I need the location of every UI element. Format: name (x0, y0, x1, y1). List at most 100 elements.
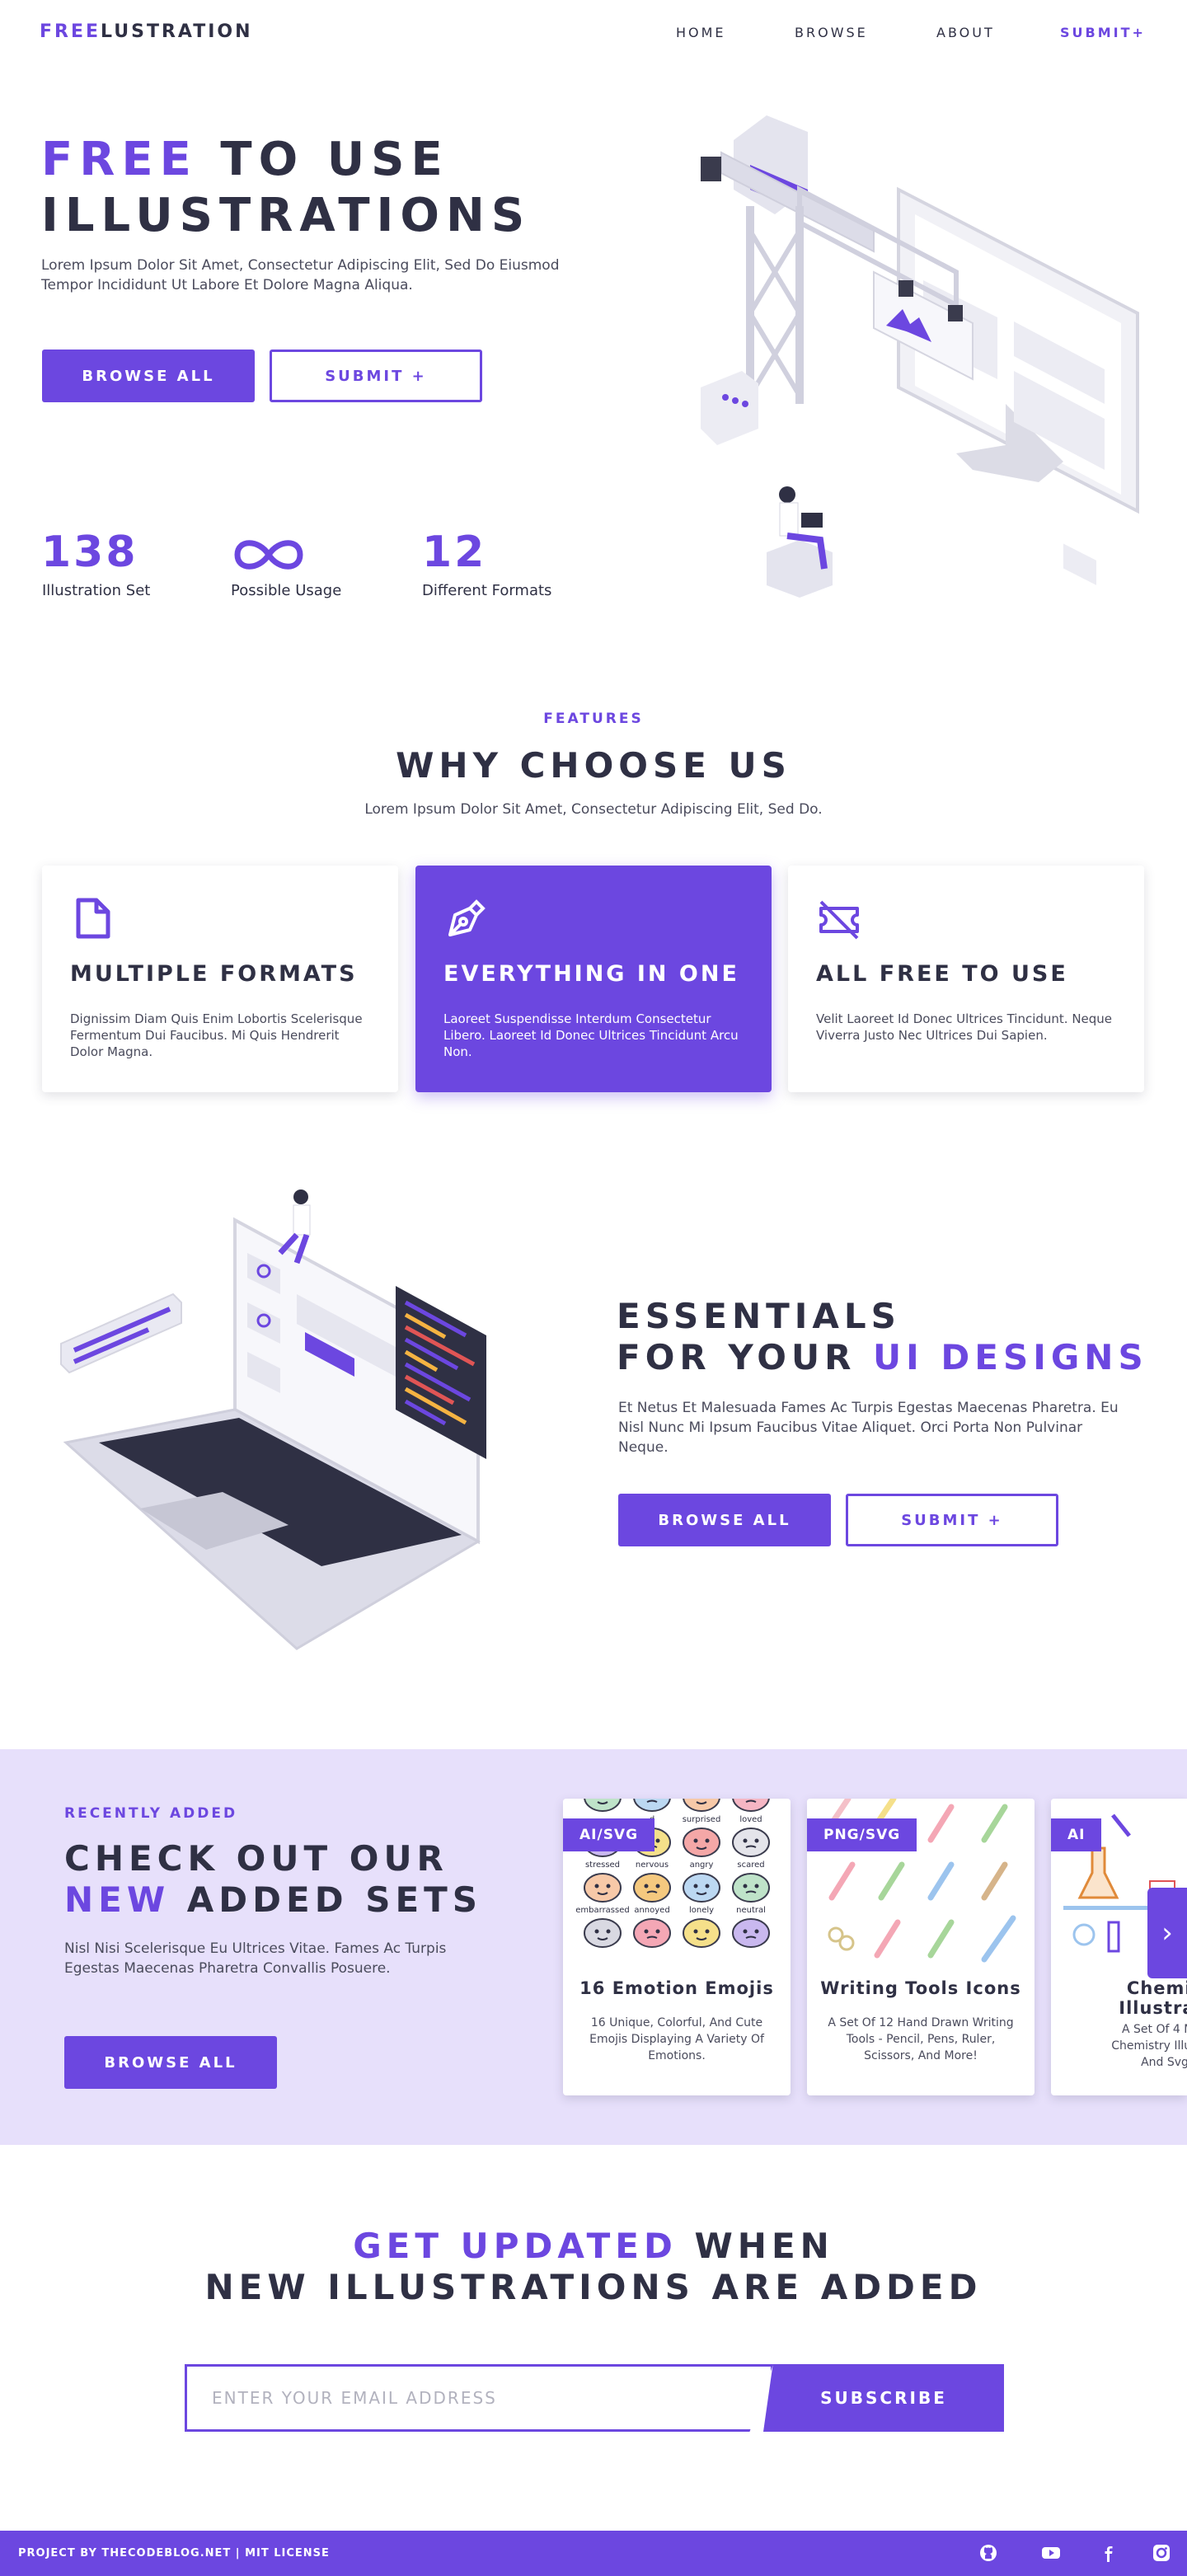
nav-browse[interactable]: BROWSE (795, 25, 868, 40)
emoji-face (683, 1873, 720, 1903)
emoji-eye (754, 1884, 759, 1889)
nav-about[interactable]: ABOUT (936, 25, 995, 40)
essentials-text: Et Netus Et Malesuada Fames Ac Turpis Eg… (618, 1400, 1119, 1456)
stat-usage-label: Possible Usage (231, 582, 342, 599)
card-text: Laoreet Suspendisse Interdum Consectetur… (443, 1011, 739, 1059)
features-title: WHY CHOOSE US (396, 745, 791, 786)
emoji-eye (743, 1838, 748, 1843)
emoji-eye (655, 1838, 660, 1843)
emoji-eye (693, 1884, 698, 1889)
emoji-label: neutral (736, 1906, 766, 1915)
file-icon (76, 898, 110, 939)
nav-submit[interactable]: SUBMIT+ (1060, 25, 1146, 40)
top-nav: FREELUSTRATION HOME BROWSE ABOUT SUBMIT+ (0, 0, 1187, 66)
youtube-icon[interactable] (1040, 2542, 1062, 2564)
hero-browse-button[interactable]: BROWSE ALL (42, 350, 255, 402)
emoji-eye (743, 1884, 748, 1889)
card-text: Dignissim Diam Quis Enim Lobortis Sceler… (70, 1011, 363, 1059)
emoji-face (683, 1799, 720, 1812)
emoji-face (584, 1799, 622, 1812)
emoji-eye (693, 1838, 698, 1843)
emoji-eye (705, 1929, 710, 1934)
emoji-face (584, 1873, 622, 1903)
emoji-eye (594, 1929, 599, 1934)
set-title: ChemisIllustrati (1119, 1978, 1187, 2018)
emoji-eye (644, 1884, 649, 1889)
set-title: Writing Tools Icons (820, 1978, 1021, 1998)
emoji-label: scared (737, 1860, 764, 1870)
emoji-eye (606, 1929, 611, 1934)
logo[interactable]: FREELUSTRATION (40, 21, 253, 42)
card-title: EVERYTHING IN ONE (443, 961, 739, 987)
facebook-icon[interactable] (1098, 2542, 1119, 2564)
emoji-face (584, 1918, 622, 1948)
emoji-face (732, 1873, 770, 1903)
card-title: ALL FREE TO USE (816, 961, 1068, 987)
set-title: 16 Emotion Emojis (579, 1978, 774, 1998)
crane-monitor-illustration (701, 115, 1139, 598)
emoji-eye (705, 1884, 710, 1889)
format-tag: AI (1051, 1818, 1102, 1851)
emoji-eye (754, 1838, 759, 1843)
github-icon[interactable] (978, 2542, 999, 2564)
emoji-face (633, 1918, 671, 1948)
emoji-eye (606, 1884, 611, 1889)
recent-browse-button[interactable]: BROWSE ALL (64, 2036, 277, 2089)
feature-card-formats: MULTIPLE FORMATS Dignissim Diam Quis Eni… (42, 866, 398, 1092)
emoji-label: embarrassed (575, 1906, 629, 1915)
recent-title: CHECK OUT OUR NEW ADDED SETS (64, 1838, 483, 1920)
hero-title: FREE TO USE ILLUSTRATIONS (41, 133, 532, 242)
no-ticket-icon (819, 900, 859, 940)
carousel-next-button[interactable]: › (1147, 1888, 1187, 1978)
pen-tool-icon (448, 899, 486, 936)
card-text: Velit Laoreet Id Donec Ultrices Tincidun… (816, 1011, 1113, 1043)
nav-home[interactable]: HOME (676, 25, 726, 40)
emoji-eye (705, 1838, 710, 1843)
stat-illustrations-label: Illustration Set (42, 582, 151, 599)
footer-credit[interactable]: PROJECT BY THECODEBLOG.NET | MIT LICENSE (18, 2547, 330, 2560)
emoji-face (633, 1873, 671, 1903)
emoji-label: annoyed (634, 1906, 669, 1915)
emoji-face (683, 1828, 720, 1857)
newsletter-title: GET UPDATED WHEN NEW ILLUSTRATIONS ARE A… (204, 2226, 983, 2307)
emoji-eye (743, 1929, 748, 1934)
feature-card-everything: EVERYTHING IN ONE Laoreet Suspendisse In… (415, 866, 772, 1092)
emoji-label: surprised (683, 1815, 721, 1824)
format-tag: PNG/SVG (807, 1818, 917, 1851)
emoji-face (683, 1918, 720, 1948)
set-card-writing-tools[interactable]: PNG/SVG Writing Tools Icons A Set Of 12 … (807, 1799, 1035, 2095)
instagram-icon[interactable] (1151, 2542, 1172, 2564)
format-tag: AI/SVG (563, 1818, 655, 1851)
essentials-browse-button[interactable]: BROWSE ALL (618, 1494, 831, 1546)
emoji-label: loved (739, 1815, 762, 1824)
recent-text: Nisl Nisi Scelerisque Eu Ultrices Vitae.… (64, 1940, 447, 1977)
emoji-eye (655, 1884, 660, 1889)
footer: PROJECT BY THECODEBLOG.NET | MIT LICENSE (0, 2531, 1187, 2576)
hero-text: Lorem Ipsum Dolor Sit Amet, Consectetur … (41, 257, 560, 293)
feature-card-free: ALL FREE TO USE Velit Laoreet Id Donec U… (788, 866, 1144, 1092)
emoji-eye (594, 1884, 599, 1889)
recent-eyebrow: RECENTLY ADDED (64, 1805, 238, 1822)
emoji-face (732, 1918, 770, 1948)
emoji-eye (693, 1929, 698, 1934)
emoji-eye (655, 1929, 660, 1934)
set-card-emojis[interactable]: dsurprisedlovedstressednervousangryscare… (563, 1799, 791, 2095)
essentials-title: ESSENTIALS FOR YOUR UI DESIGNS (617, 1296, 1148, 1377)
infinity-icon (234, 540, 303, 570)
emoji-face (732, 1828, 770, 1857)
stat-formats-label: Different Formats (422, 582, 552, 599)
emoji-label: lonely (689, 1906, 714, 1915)
email-field-wrapper (185, 2364, 773, 2432)
features-eyebrow: FEATURES (543, 711, 644, 727)
emoji-label: stressed (585, 1860, 620, 1870)
hero-submit-button[interactable]: SUBMIT + (270, 350, 482, 402)
email-input[interactable] (212, 2367, 723, 2429)
stat-illustrations-value: 138 (41, 528, 138, 577)
card-title: MULTIPLE FORMATS (70, 961, 358, 987)
subscribe-button[interactable]: SUBSCRIBE (763, 2364, 1004, 2432)
essentials-submit-button[interactable]: SUBMIT + (846, 1494, 1058, 1546)
chevron-right-icon: › (1161, 1917, 1173, 1950)
set-description: A Set Of 4 MiniChemistry IllustratAnd Sv… (1111, 2023, 1187, 2069)
emoji-eye (644, 1929, 649, 1934)
laptop-illustration (60, 1189, 486, 1650)
